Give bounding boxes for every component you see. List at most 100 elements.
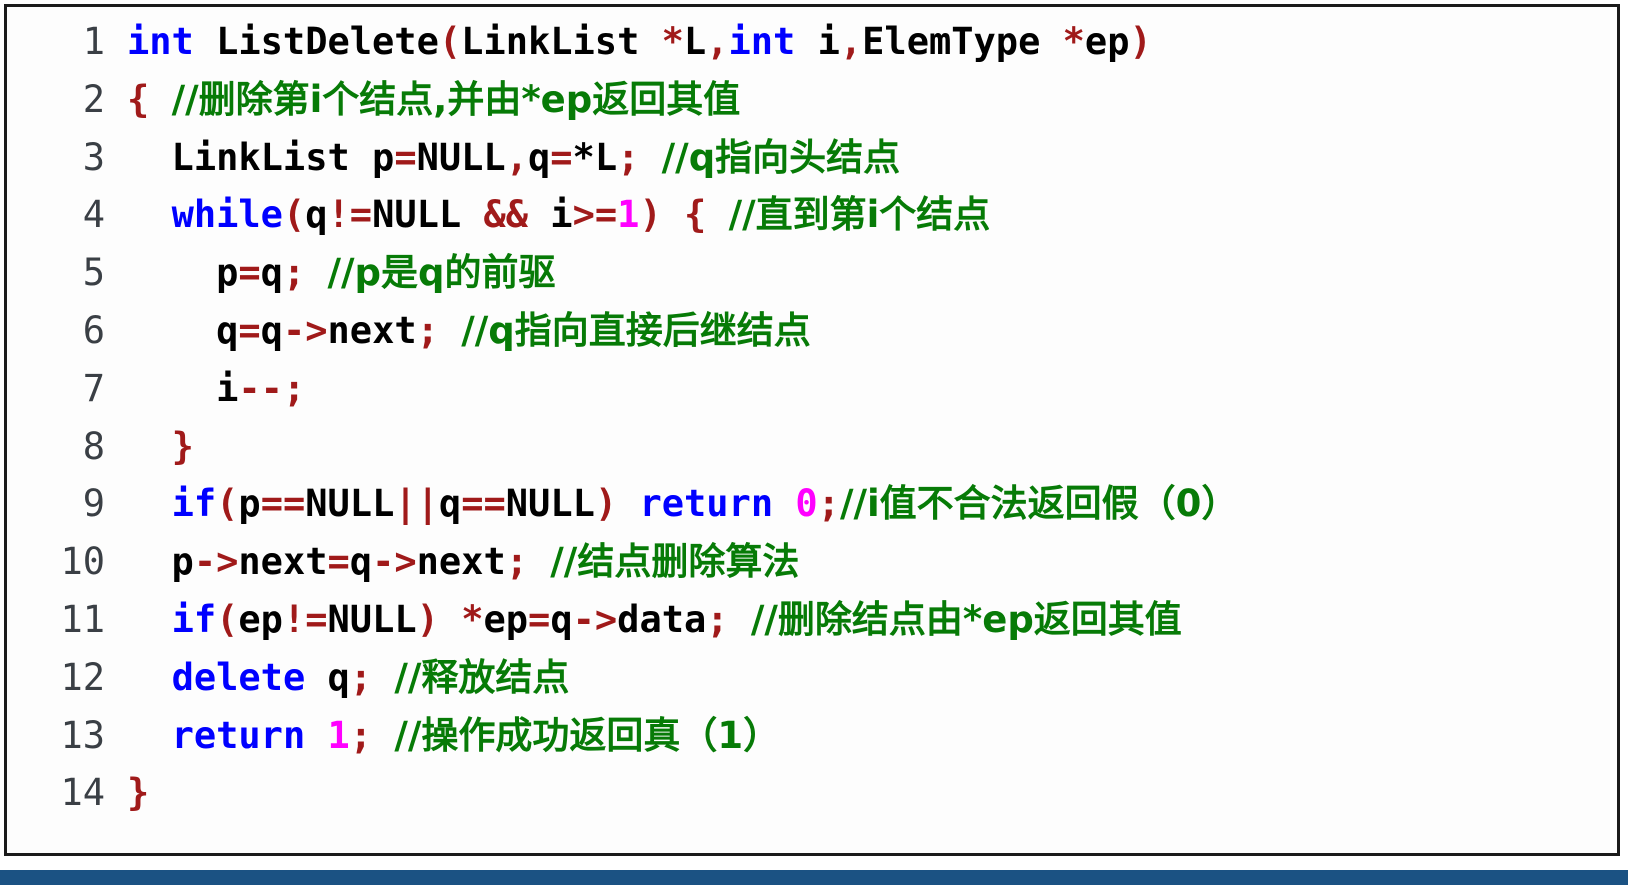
code-token-punct: ,	[706, 20, 729, 63]
line-number: 1	[82, 20, 105, 63]
code-line[interactable]: 3 LinkList p=NULL,q=*L; //q指向头结点	[7, 129, 1617, 187]
line-code: delete q; //释放结点	[105, 649, 570, 707]
code-token-kw: if	[171, 482, 217, 526]
code-token-kw: int	[728, 20, 796, 63]
code-token-num: 1	[617, 193, 640, 237]
code-token-kw: while	[171, 193, 283, 237]
code-line[interactable]: 10 p->next=q->next; //结点删除算法	[7, 533, 1617, 591]
code-token-punct: =	[394, 135, 417, 179]
code-token-punct: ,	[839, 20, 863, 63]
code-token-plain: ep	[483, 597, 529, 641]
code-token-kw: return	[171, 713, 306, 757]
code-token-comment: //操作成功返回真（1）	[394, 713, 781, 757]
bottom-accent-bar	[0, 870, 1628, 885]
code-token-punct: )	[639, 193, 662, 237]
line-code: p->next=q->next; //结点删除算法	[105, 533, 800, 591]
line-number: 9	[82, 482, 105, 526]
line-number: 10	[60, 540, 105, 584]
code-token-num: 1	[327, 713, 350, 757]
code-token-plain: NULL	[372, 193, 484, 237]
code-token-punct: ->	[572, 597, 618, 641]
line-number: 7	[82, 366, 105, 410]
code-token-plain: ep	[1084, 20, 1130, 63]
code-line[interactable]: 12 delete q; //释放结点	[7, 649, 1617, 707]
line-code: }	[105, 764, 149, 822]
code-token-plain: i	[795, 20, 840, 63]
code-token-punct: ==	[461, 482, 506, 526]
code-token-comment: //删除结点由*ep返回其值	[750, 597, 1182, 641]
code-line[interactable]: 5 p=q; //p是q的前驱	[7, 244, 1617, 302]
code-line[interactable]: 13 return 1; //操作成功返回真（1）	[7, 707, 1617, 765]
code-token-punct: ||	[394, 482, 439, 526]
code-token-punct: =	[327, 540, 350, 584]
code-line[interactable]: 14}	[7, 764, 1617, 822]
code-token-punct: ;	[282, 251, 306, 295]
code-token-punct: =	[550, 135, 573, 179]
code-line[interactable]: 7 i--;	[7, 360, 1617, 418]
line-number: 6	[82, 308, 105, 352]
code-token-punct: }	[127, 771, 150, 815]
code-line[interactable]: 6 q=q->next; //q指向直接后继结点	[7, 302, 1617, 360]
code-token-plain: ListDelete	[193, 20, 439, 63]
code-token-punct: ;	[617, 135, 640, 179]
code-listing[interactable]: 1 int ListDelete(LinkList *L,int i,ElemTy…	[7, 13, 1617, 822]
code-token-plain: i	[528, 193, 573, 237]
code-token-plain: q	[550, 597, 573, 641]
code-token-plain: q	[260, 308, 283, 352]
code-token-plain: next	[416, 540, 506, 584]
line-number: 4	[82, 193, 105, 237]
code-token-plain: LinkList p	[127, 135, 395, 179]
line-code: LinkList p=NULL,q=*L; //q指向头结点	[105, 129, 901, 187]
line-code: return 1; //操作成功返回真（1）	[105, 707, 781, 765]
code-token-punct: ;	[817, 482, 840, 526]
code-token-plain: LinkList	[461, 20, 662, 63]
code-token-punct: (	[216, 482, 239, 526]
code-token-punct: >=	[572, 193, 618, 237]
code-token-comment: //q指向直接后继结点	[461, 308, 811, 352]
code-token-comment: //释放结点	[394, 655, 570, 699]
code-token-plain: L	[594, 135, 618, 179]
code-token-plain: q	[305, 193, 328, 237]
code-token-punct: ->	[282, 308, 328, 352]
code-token-plain: next	[327, 308, 417, 352]
code-line[interactable]: 2{ //删除第i个结点,并由*ep返回其值	[7, 71, 1617, 129]
code-token-comment: //删除第i个结点,并由*ep返回其值	[171, 77, 741, 121]
code-line[interactable]: 4 while(q!=NULL && i>=1) { //直到第i个结点	[7, 186, 1617, 244]
line-number: 5	[82, 251, 105, 295]
code-token-plain: q	[260, 251, 283, 295]
code-token-plain: q	[127, 308, 239, 352]
line-code: i--;	[105, 360, 305, 418]
code-token-kw: return	[639, 482, 774, 526]
line-number: 14	[60, 771, 105, 815]
code-token-punct: --	[238, 366, 283, 410]
code-token-plain: p	[127, 540, 194, 584]
code-line[interactable]: 8 }	[7, 418, 1617, 476]
code-token-plain: ep	[238, 597, 283, 641]
code-token-plain: q	[438, 482, 462, 526]
code-token-plain: NULL	[416, 135, 506, 179]
code-token-punct: !=	[282, 597, 328, 641]
code-token-num: 0	[795, 482, 818, 526]
code-token-punct: ==	[260, 482, 306, 526]
code-token-kw: if	[171, 597, 217, 641]
code-line[interactable]: 9 if(p==NULL||q==NULL) return 0;//i值不合法返…	[7, 475, 1617, 533]
code-token-comment: //i值不合法返回假（0）	[839, 482, 1239, 526]
line-number: 11	[60, 597, 105, 641]
code-line[interactable]: 1 int ListDelete(LinkList *L,int i,ElemTy…	[7, 13, 1617, 71]
code-line[interactable]: 11 if(ep!=NULL) *ep=q->data; //删除结点由*ep返…	[7, 591, 1617, 649]
code-token-comment: //直到第i个结点	[728, 193, 991, 237]
